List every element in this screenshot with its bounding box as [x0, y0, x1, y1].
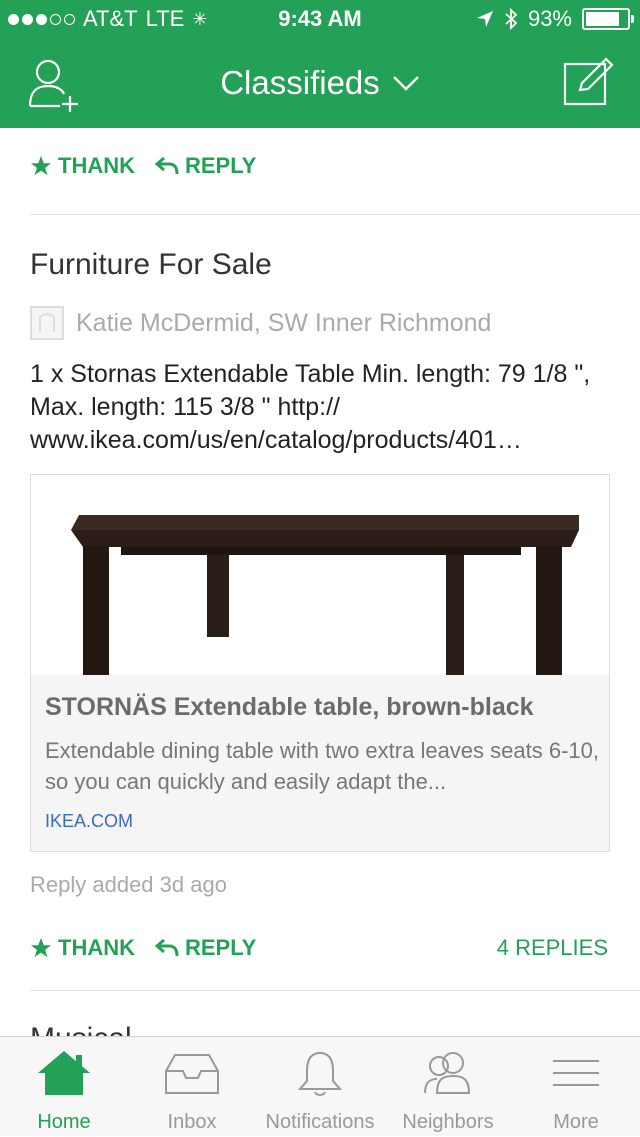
previous-post-actions: THANK REPLY	[30, 146, 256, 186]
tab-label: Neighbors	[402, 1111, 494, 1133]
link-card-description: Extendable dining table with two extra l…	[45, 738, 599, 794]
tab-label: More	[553, 1111, 599, 1133]
nav-title-dropdown[interactable]: Classifieds	[0, 64, 640, 102]
star-icon	[30, 155, 52, 176]
chevron-down-icon	[392, 76, 419, 91]
link-card-site: IKEA.COM	[45, 811, 134, 831]
thank-label: THANK	[58, 935, 135, 960]
next-post-title[interactable]: Musical	[30, 1022, 132, 1036]
divider	[30, 990, 640, 991]
nav-title: Classifieds	[220, 64, 380, 101]
table-product-image	[31, 475, 609, 675]
location-arrow-icon	[476, 11, 493, 27]
tab-label: Inbox	[167, 1111, 217, 1133]
tab-bar: Home Inbox Notifications Neighbors More	[0, 1036, 640, 1136]
battery-icon	[582, 8, 634, 30]
author-row[interactable]: Katie McDermid, SW Inner Richmond	[30, 306, 491, 340]
navigation-bar: Classifieds	[0, 40, 640, 128]
reply-button[interactable]: REPLY	[155, 935, 256, 961]
divider	[30, 214, 640, 215]
compose-icon[interactable]	[562, 56, 614, 108]
link-card-title: STORNÄS Extendable table, brown-black	[45, 693, 534, 721]
reply-arrow-icon	[155, 156, 179, 175]
thank-button[interactable]: THANK	[30, 153, 135, 179]
menu-icon	[553, 1060, 599, 1086]
status-right: 93%	[476, 6, 634, 32]
link-preview-card[interactable]: STORNÄS Extendable table, brown-black Ex…	[30, 474, 610, 852]
reply-meta: Reply added 3d ago	[30, 872, 227, 897]
replies-count-link[interactable]: 4 REPLIES	[497, 928, 608, 968]
top-bar: AT&T LTE ✳ 9:43 AM 93% Classifieds	[0, 0, 640, 128]
reply-arrow-icon	[155, 938, 179, 957]
reply-label: REPLY	[185, 153, 257, 178]
avatar-placeholder-icon	[39, 313, 55, 332]
feed-content[interactable]: THANK REPLY Furniture For Sale Katie McD…	[0, 128, 640, 1036]
neighbors-icon	[424, 1052, 471, 1094]
reply-label: REPLY	[185, 935, 257, 960]
tab-more[interactable]: More	[512, 1037, 640, 1137]
tab-notifications[interactable]: Notifications	[256, 1037, 384, 1137]
thank-label: THANK	[58, 153, 135, 178]
tab-neighbors[interactable]: Neighbors	[384, 1037, 512, 1137]
avatar	[30, 306, 64, 340]
bell-icon	[297, 1051, 343, 1096]
battery-percent: 93%	[527, 6, 572, 31]
tab-inbox[interactable]: Inbox	[128, 1037, 256, 1137]
post-actions: THANK REPLY	[30, 928, 256, 968]
post-title[interactable]: Furniture For Sale	[30, 248, 272, 282]
author-name: Katie McDermid, SW Inner Richmond	[76, 308, 492, 337]
reply-button[interactable]: REPLY	[155, 153, 256, 179]
tab-label: Home	[37, 1111, 91, 1133]
inbox-icon	[165, 1054, 219, 1094]
post-body[interactable]: 1 x Stornas Extendable Table Min. length…	[30, 358, 610, 457]
bluetooth-icon	[505, 8, 518, 30]
star-icon	[30, 937, 52, 958]
home-icon	[38, 1051, 90, 1095]
tab-label: Notifications	[265, 1111, 375, 1133]
thank-button[interactable]: THANK	[30, 935, 135, 961]
tab-home[interactable]: Home	[0, 1037, 128, 1137]
status-bar: AT&T LTE ✳ 9:43 AM 93%	[0, 0, 640, 40]
